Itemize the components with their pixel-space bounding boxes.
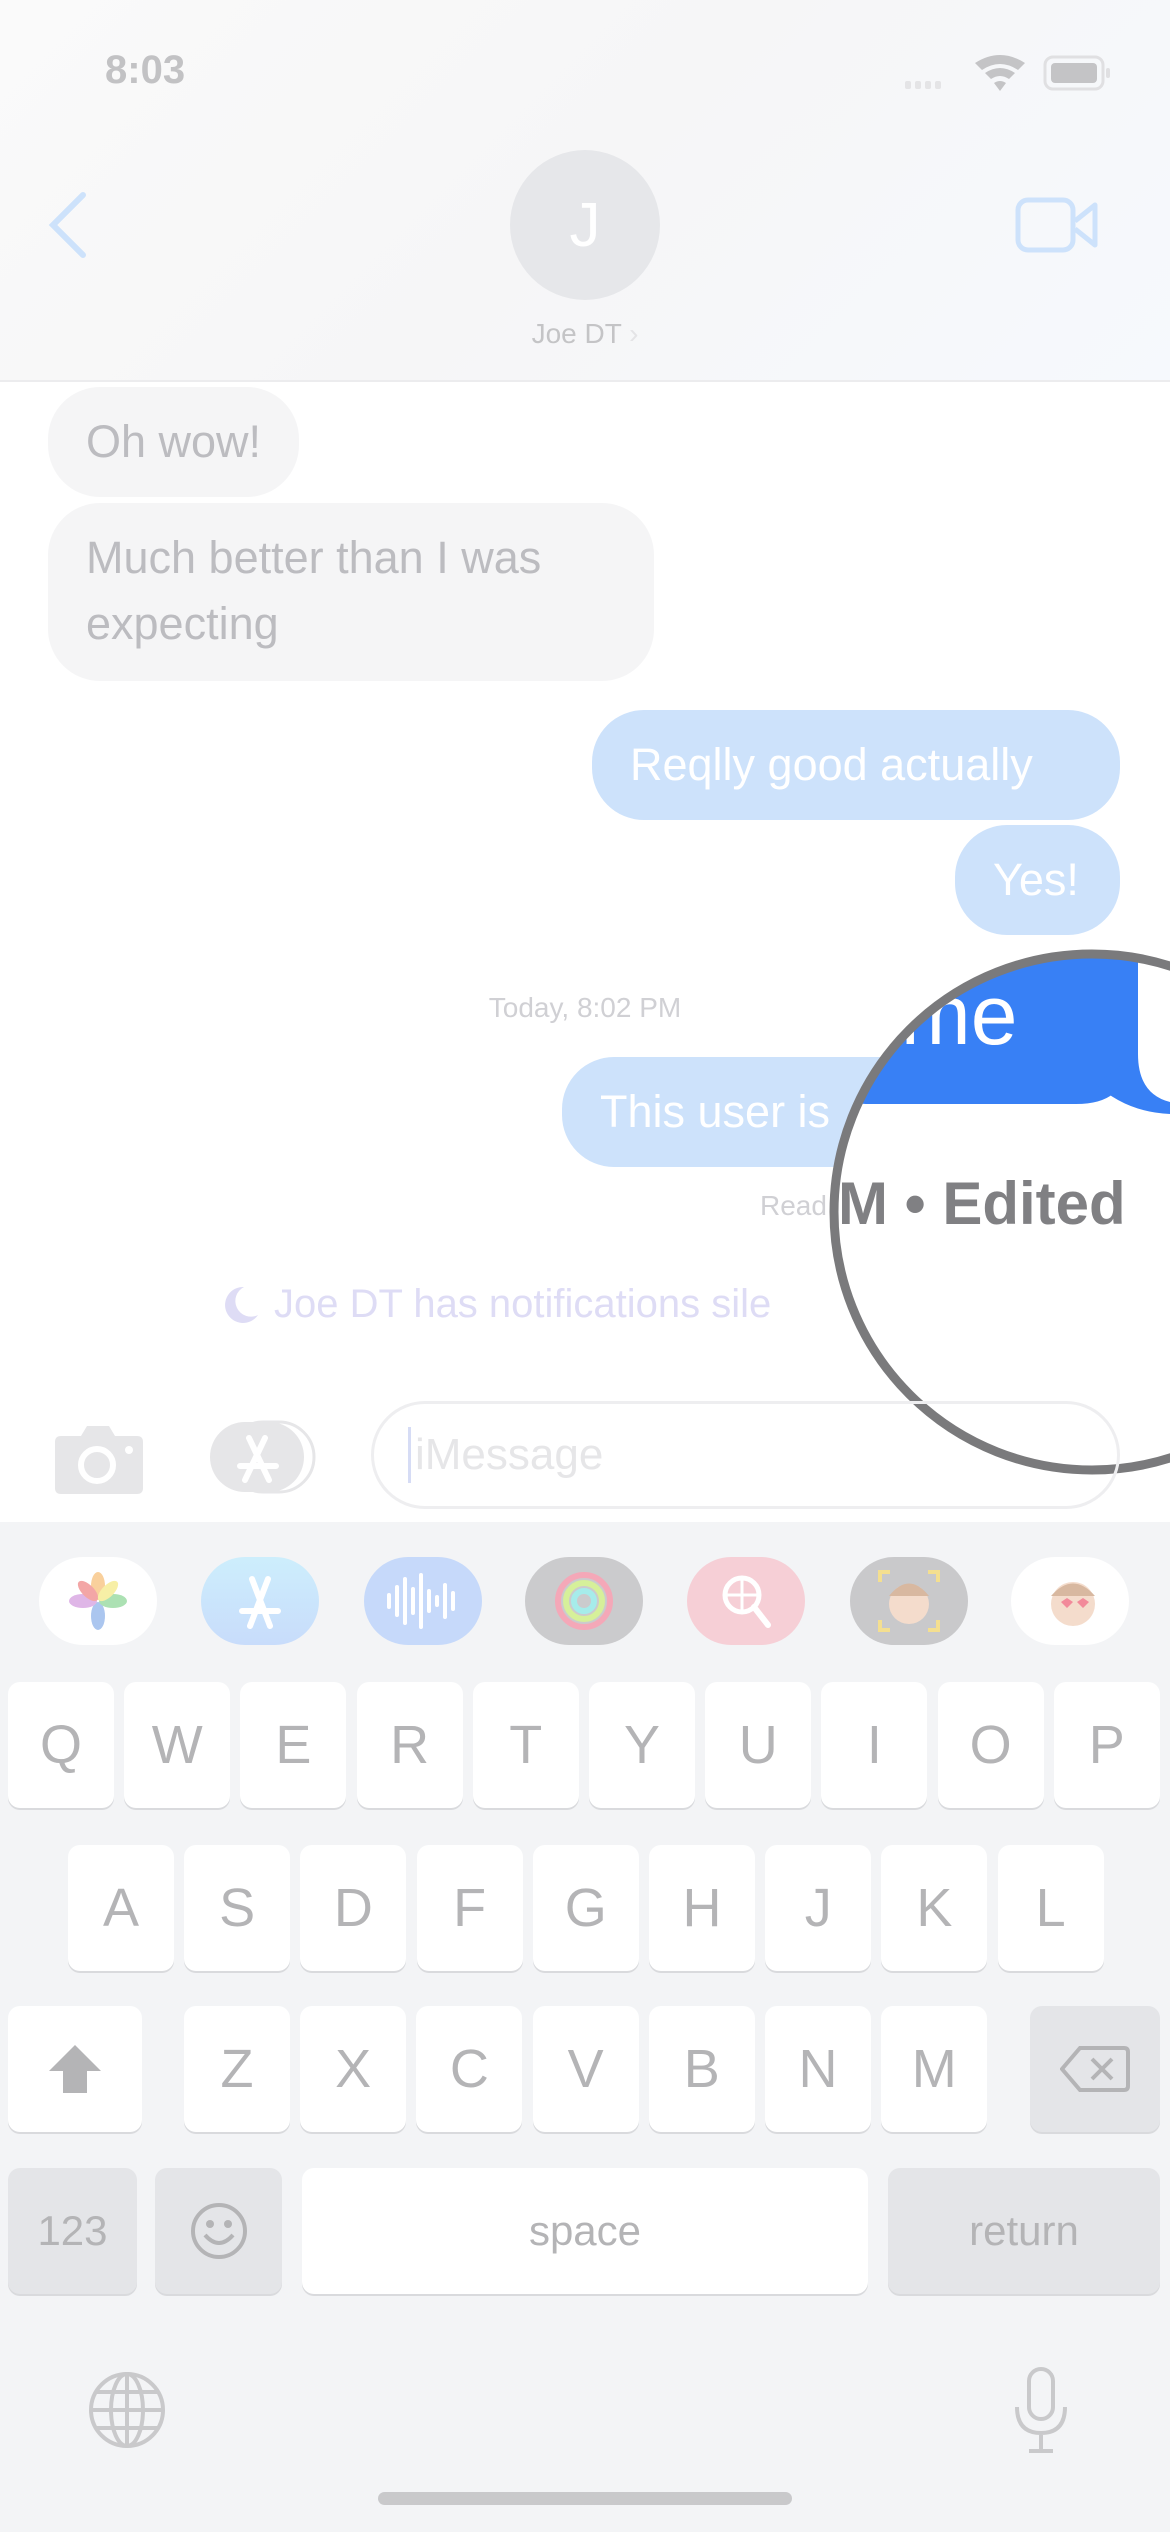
key-d[interactable]: D — [300, 1845, 407, 1971]
text-cursor — [408, 1427, 411, 1483]
app-animoji[interactable] — [1011, 1557, 1129, 1645]
microphone-icon — [1015, 2367, 1067, 2453]
video-camera-icon — [1015, 197, 1098, 253]
key-n[interactable]: N — [765, 2006, 871, 2132]
shift-key[interactable] — [8, 2006, 142, 2132]
moon-icon — [225, 1286, 258, 1323]
status-icons — [905, 55, 1115, 91]
input-placeholder: iMessage — [415, 1430, 604, 1479]
dictation-button[interactable] — [1011, 2365, 1071, 2460]
key-q[interactable]: Q — [8, 1682, 114, 1808]
back-button[interactable] — [45, 190, 95, 260]
return-key[interactable]: return — [888, 2168, 1160, 2294]
message-bubble[interactable]: Reqlly good actually — [592, 710, 1120, 820]
key-y[interactable]: Y — [589, 1682, 695, 1808]
photos-icon — [69, 1572, 127, 1630]
key-o[interactable]: O — [937, 1682, 1044, 1808]
app-store-icon — [239, 1576, 281, 1629]
notice-text: Joe DT has notifications sile — [274, 1282, 772, 1326]
app-store-icon — [210, 1420, 316, 1494]
key-z[interactable]: Z — [184, 2006, 290, 2132]
notice: Joe DT has notifications sile — [218, 1282, 771, 1327]
facetime-button[interactable] — [1015, 195, 1100, 255]
key-f[interactable]: F — [416, 1845, 523, 1971]
app-store[interactable] — [201, 1557, 319, 1645]
edited-status: M • Edited — [838, 1170, 1126, 1237]
app-activity[interactable] — [525, 1557, 643, 1645]
emoji-key[interactable] — [155, 2168, 282, 2294]
apps-button[interactable] — [210, 1420, 320, 1499]
globe-button[interactable] — [87, 2370, 167, 2455]
key-w[interactable]: W — [124, 1682, 231, 1808]
camera-icon — [55, 1426, 143, 1494]
app-photos[interactable] — [39, 1557, 157, 1645]
key-t[interactable]: T — [472, 1682, 579, 1808]
delete-key[interactable] — [1030, 2006, 1160, 2132]
contact-name[interactable]: Joe DT › — [0, 318, 1170, 350]
avatar[interactable]: J — [510, 150, 660, 300]
key-m[interactable]: M — [881, 2006, 988, 2132]
status-time: 8:03 — [105, 48, 186, 92]
shift-icon — [49, 2045, 101, 2093]
key-v[interactable]: V — [532, 2006, 639, 2132]
message-bubble[interactable]: Oh wow! — [48, 387, 300, 497]
home-indicator — [378, 2492, 792, 2505]
delete-icon — [1060, 2046, 1130, 2092]
app-audio-message[interactable] — [364, 1557, 482, 1645]
key-h[interactable]: H — [649, 1845, 755, 1971]
camera-button[interactable] — [53, 1420, 145, 1499]
key-c[interactable]: C — [416, 2006, 523, 2132]
waveform-icon — [387, 1573, 455, 1629]
app-memoji-stickers[interactable] — [850, 1557, 968, 1645]
key-p[interactable]: P — [1053, 1682, 1160, 1808]
message-input[interactable]: iMessage — [371, 1401, 1120, 1509]
app-image-search[interactable] — [687, 1557, 805, 1645]
key-g[interactable]: G — [532, 1845, 639, 1971]
key-j[interactable]: J — [765, 1845, 872, 1971]
message-bubble[interactable]: Much better than I was expecting — [48, 503, 654, 681]
memoji-icon — [878, 1570, 940, 1632]
key-e[interactable]: E — [240, 1682, 347, 1808]
key-a[interactable]: A — [68, 1845, 174, 1971]
key-x[interactable]: X — [300, 2006, 407, 2132]
key-s[interactable]: S — [184, 1845, 291, 1971]
key-k[interactable]: K — [881, 1845, 988, 1971]
magnified-bubble-text: ome — [854, 968, 1017, 1062]
emoji-icon — [190, 2203, 247, 2259]
contact-name-label: Joe DT — [531, 318, 622, 349]
key-l[interactable]: L — [997, 1845, 1104, 1971]
wifi-battery-icon — [905, 55, 1110, 91]
chevron-right-icon: › — [629, 318, 639, 349]
read-receipt: Read — [760, 1190, 827, 1221]
chevron-left-icon — [48, 192, 86, 258]
message-bubble[interactable]: Yes! — [955, 825, 1120, 935]
numbers-key[interactable]: 123 — [8, 2168, 137, 2294]
space-key[interactable]: space — [302, 2168, 868, 2294]
animoji-icon — [1051, 1582, 1095, 1626]
activity-rings-icon — [555, 1572, 613, 1630]
key-i[interactable]: I — [821, 1682, 928, 1808]
globe-icon — [89, 2372, 165, 2448]
globe-search-icon — [722, 1575, 771, 1628]
key-r[interactable]: R — [356, 1682, 463, 1808]
key-u[interactable]: U — [705, 1682, 812, 1808]
key-b[interactable]: B — [648, 2006, 755, 2132]
